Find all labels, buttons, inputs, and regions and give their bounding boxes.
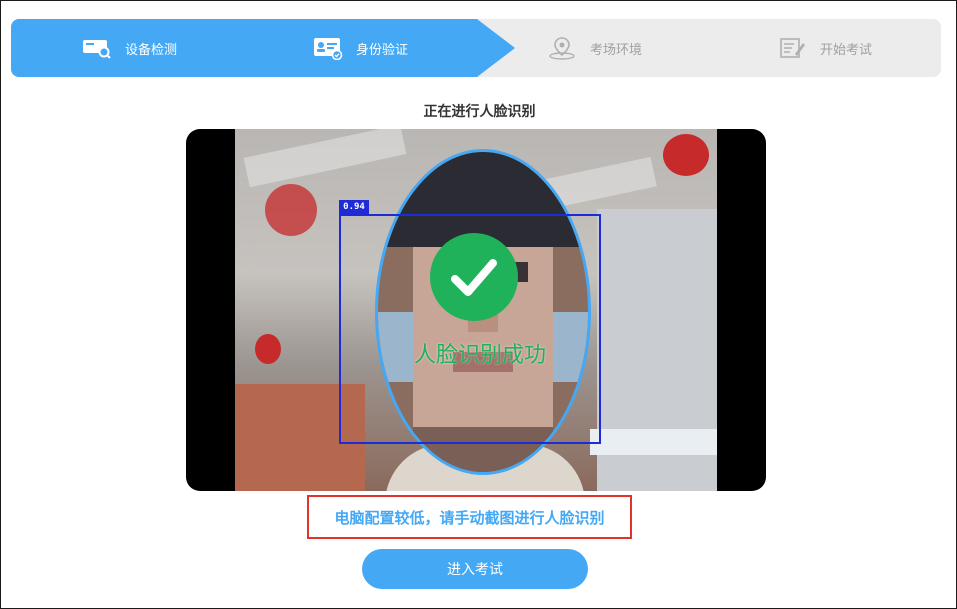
location-pin-icon: [546, 35, 578, 61]
wall-sign: [590, 429, 717, 455]
decoration-lantern: [265, 184, 317, 236]
recognition-success-text: 人脸识别成功: [413, 343, 546, 368]
progress-stepper: 设备检测 身份验证 考场环境 开始考试: [11, 19, 941, 77]
exam-sheet-icon: [776, 35, 808, 61]
device-check-icon: [81, 35, 113, 61]
step-label: 开始考试: [820, 42, 873, 58]
page-title: 正在进行人脸识别: [423, 104, 536, 120]
step-start-exam: 开始考试: [776, 19, 872, 77]
step-label: 设备检测: [125, 42, 178, 58]
camera-feed: 0.94 人脸识别成功: [235, 129, 717, 491]
enter-exam-button[interactable]: 进入考试: [362, 549, 588, 589]
step-device-check: 设备检测: [81, 19, 177, 77]
detection-score: 0.94: [339, 200, 369, 214]
checkmark-icon: [430, 233, 518, 321]
step-identity-verification: 身份验证: [312, 19, 408, 77]
app-frame: 设备检测 身份验证 考场环境 开始考试 正在进行人脸识别 0.94 人脸识别成功…: [0, 0, 957, 609]
step-label: 考场环境: [590, 42, 643, 58]
decoration-lantern: [255, 334, 281, 364]
camera-preview: 0.94 人脸识别成功: [186, 129, 766, 491]
step-exam-environment: 考场环境: [546, 19, 642, 77]
stepper-arrow: [477, 19, 515, 77]
step-label: 身份验证: [356, 42, 409, 58]
id-card-icon: [312, 35, 344, 61]
low-performance-notice: 电脑配置较低，请手动截图进行人脸识别: [307, 495, 632, 539]
decoration-lantern: [663, 134, 709, 176]
